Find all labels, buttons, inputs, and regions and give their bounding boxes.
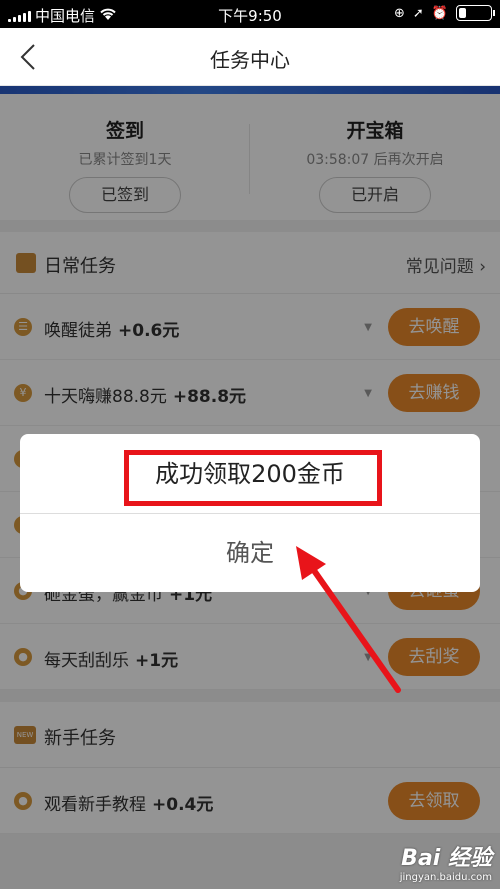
confirm-button[interactable]: 确定 xyxy=(20,514,480,592)
status-icons: ⊕ ➚ ⏰ xyxy=(394,5,495,21)
success-dialog: 成功领取200金币 确定 xyxy=(20,434,480,592)
location-icon: ➚ xyxy=(412,5,424,21)
rotation-lock-icon: ⊕ xyxy=(394,5,405,21)
alarm-icon: ⏰ xyxy=(431,5,448,21)
navigation-bar: 任务中心 xyxy=(0,28,500,86)
dialog-message: 成功领取200金币 xyxy=(155,460,345,488)
page-title: 任务中心 xyxy=(210,48,290,72)
battery-icon xyxy=(456,5,495,21)
watermark-logo: Bai 经验 xyxy=(401,846,492,871)
status-bar: 中国电信 下午9:50 ⊕ ➚ ⏰ xyxy=(0,0,500,28)
watermark-url: jingyan.baidu.com xyxy=(399,872,492,883)
watermark: Bai 经验 jingyan.baidu.com xyxy=(400,840,492,883)
